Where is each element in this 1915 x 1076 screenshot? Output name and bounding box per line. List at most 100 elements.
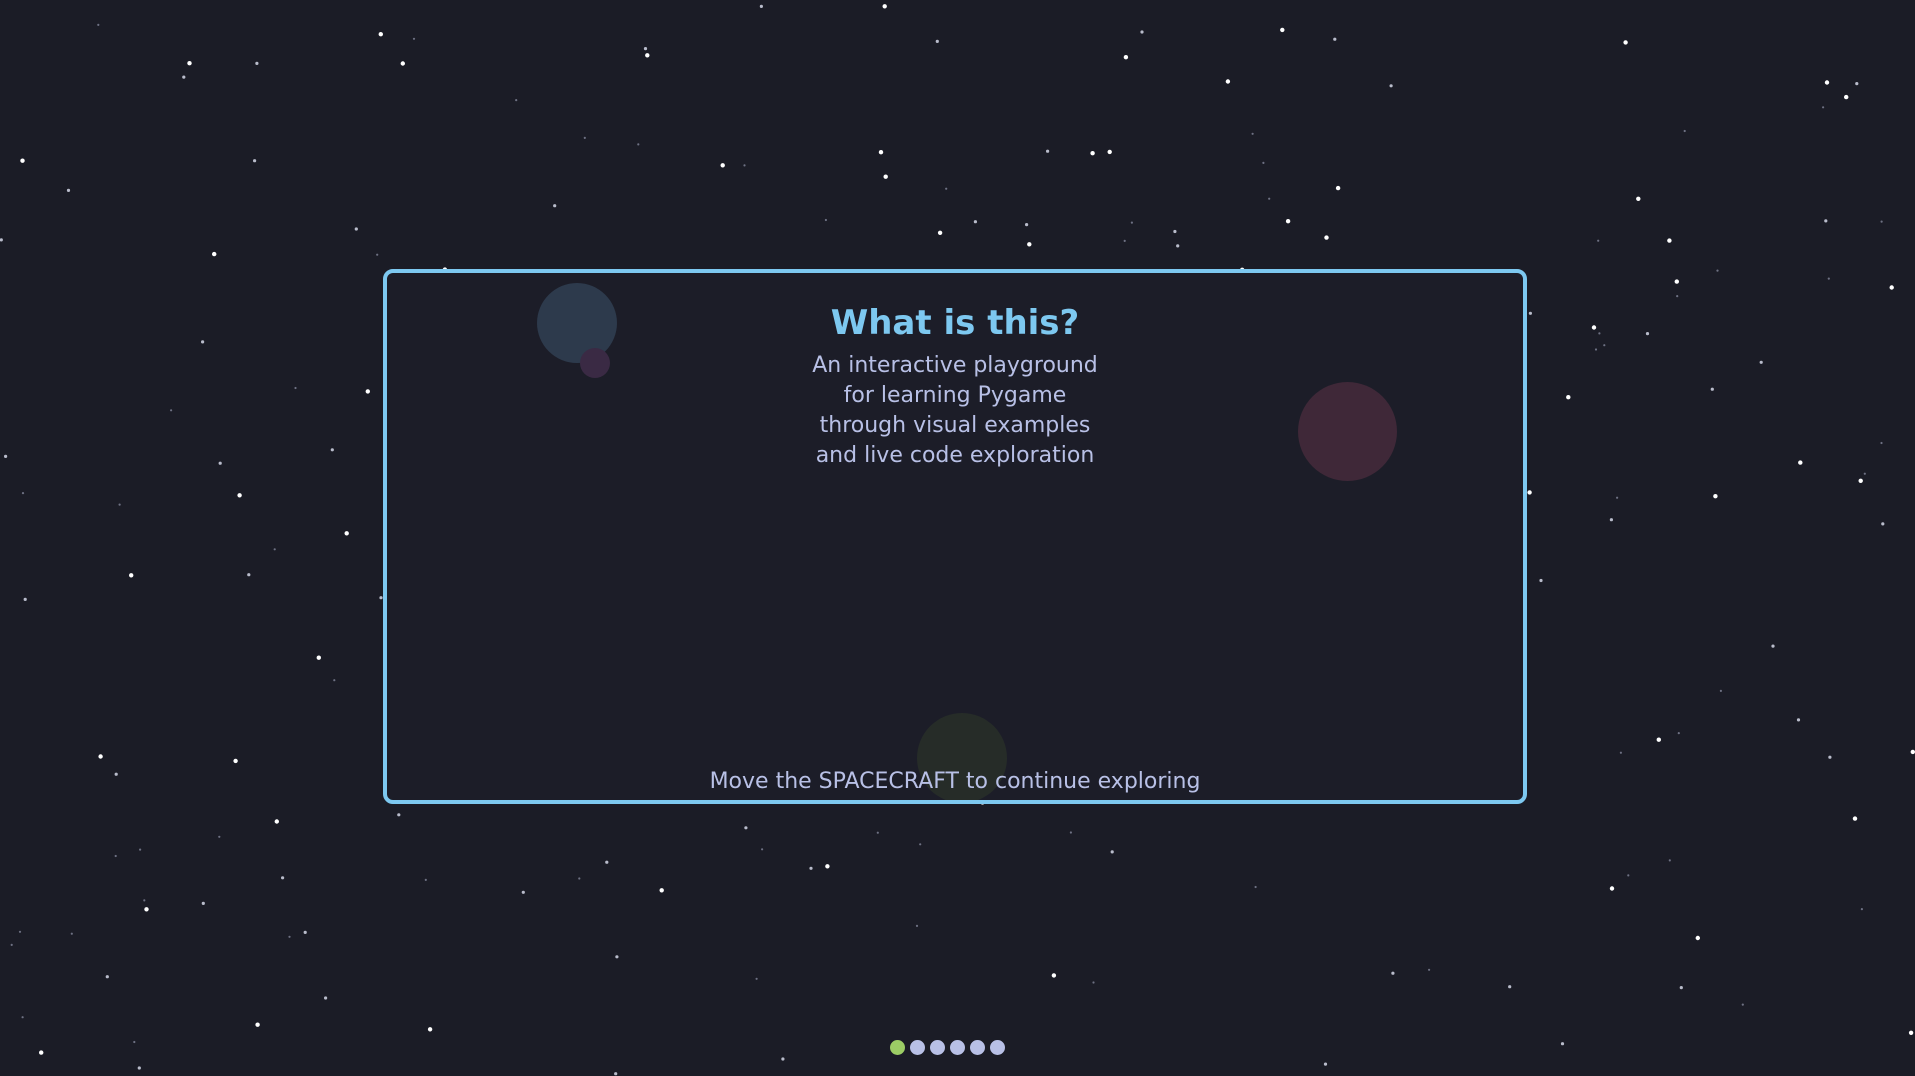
star xyxy=(521,890,525,894)
star xyxy=(133,1040,136,1044)
star xyxy=(273,548,276,551)
star xyxy=(218,835,221,838)
star xyxy=(376,253,379,256)
star xyxy=(1880,441,1883,445)
star xyxy=(759,4,764,8)
star xyxy=(1719,689,1722,693)
star xyxy=(643,47,648,51)
star xyxy=(553,204,557,208)
star xyxy=(118,503,121,506)
star xyxy=(743,164,746,167)
star xyxy=(1560,1042,1565,1046)
star xyxy=(1710,387,1714,391)
game-scene[interactable]: What is this? An interactive playground … xyxy=(0,0,1915,1076)
star xyxy=(21,492,25,495)
star xyxy=(1616,496,1619,499)
star xyxy=(1880,220,1883,223)
star xyxy=(1645,332,1650,336)
star xyxy=(39,1050,44,1055)
star xyxy=(18,930,22,933)
star xyxy=(1683,129,1686,133)
star xyxy=(1889,285,1894,290)
star xyxy=(1025,223,1029,227)
star xyxy=(365,389,370,394)
star xyxy=(945,187,948,190)
star xyxy=(1251,132,1254,135)
star xyxy=(935,39,939,44)
page-indicator xyxy=(890,1040,1005,1055)
star xyxy=(1324,235,1329,240)
page-dot[interactable] xyxy=(970,1040,985,1055)
star xyxy=(281,876,285,880)
star xyxy=(1123,55,1129,60)
star xyxy=(144,907,149,912)
panel-description: An interactive playground for learning P… xyxy=(387,351,1523,471)
star xyxy=(294,386,297,390)
star xyxy=(1262,161,1265,164)
star xyxy=(4,454,8,458)
star xyxy=(0,238,3,242)
star xyxy=(1280,27,1285,33)
star xyxy=(1824,80,1830,85)
page-dot[interactable] xyxy=(950,1040,965,1055)
star xyxy=(187,61,192,66)
star xyxy=(253,159,257,163)
star xyxy=(201,340,205,344)
star xyxy=(1173,229,1177,234)
star xyxy=(614,1072,618,1076)
star xyxy=(876,831,879,834)
star xyxy=(170,409,173,412)
star xyxy=(761,848,764,851)
star xyxy=(1619,751,1622,754)
star xyxy=(883,174,888,179)
star xyxy=(882,4,887,9)
page-dot[interactable] xyxy=(910,1040,925,1055)
star xyxy=(1566,395,1571,400)
star xyxy=(1656,737,1662,742)
star xyxy=(1741,1003,1744,1006)
star xyxy=(137,1066,141,1070)
star xyxy=(23,597,27,602)
star xyxy=(1333,37,1337,41)
star xyxy=(344,531,349,536)
star xyxy=(237,493,242,498)
star xyxy=(1858,478,1863,483)
star xyxy=(10,943,13,947)
star xyxy=(114,772,118,776)
star xyxy=(1910,749,1915,755)
star xyxy=(201,901,205,906)
star xyxy=(1627,874,1630,877)
star xyxy=(1090,151,1095,156)
star xyxy=(1389,84,1393,88)
star xyxy=(755,977,758,980)
star xyxy=(1667,238,1672,243)
info-panel: What is this? An interactive playground … xyxy=(383,269,1527,804)
page-dot[interactable] xyxy=(990,1040,1005,1055)
star xyxy=(637,143,640,146)
star xyxy=(1827,277,1830,280)
star xyxy=(1636,196,1641,201)
star xyxy=(1110,850,1114,854)
star xyxy=(1254,885,1257,889)
star xyxy=(98,754,103,759)
star xyxy=(1863,472,1866,475)
star xyxy=(1674,279,1680,284)
star xyxy=(1598,332,1601,335)
star xyxy=(973,220,978,224)
star xyxy=(66,188,71,192)
star xyxy=(1597,239,1600,242)
star xyxy=(1908,1030,1914,1036)
page-dot-active[interactable] xyxy=(890,1040,905,1055)
star xyxy=(1027,242,1032,247)
star xyxy=(1176,244,1180,248)
star xyxy=(1677,732,1680,735)
star xyxy=(919,843,922,846)
star xyxy=(1130,221,1133,224)
page-dot[interactable] xyxy=(930,1040,945,1055)
star xyxy=(397,813,401,817)
star xyxy=(424,878,427,882)
star xyxy=(781,1057,785,1061)
star xyxy=(1716,269,1719,272)
star xyxy=(1323,1062,1328,1066)
star xyxy=(1046,149,1050,153)
